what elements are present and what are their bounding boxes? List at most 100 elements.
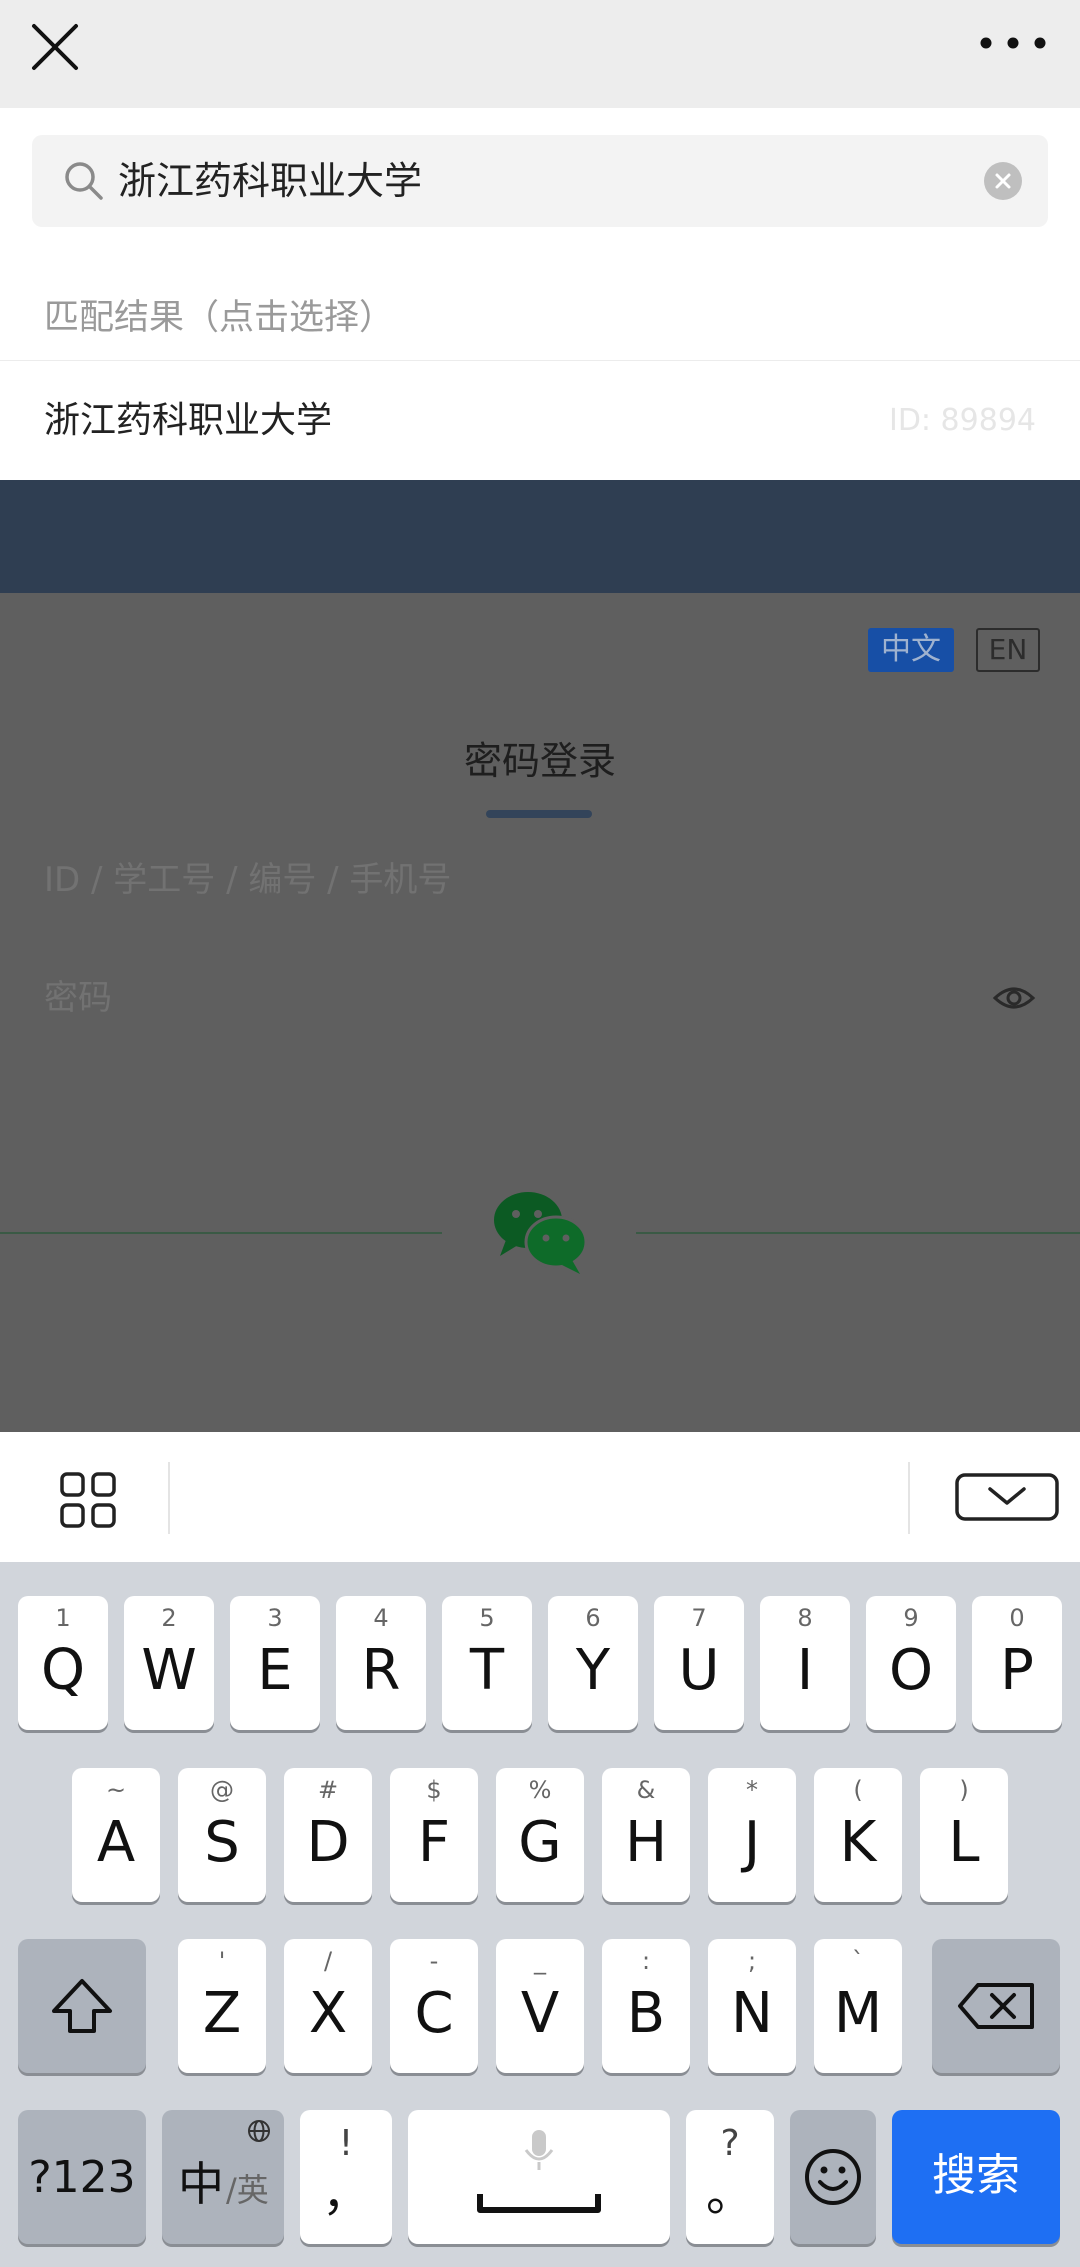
clear-icon[interactable] — [984, 162, 1022, 200]
more-horizontal-icon[interactable] — [968, 22, 1058, 72]
close-icon[interactable] — [22, 14, 88, 80]
comma-hint: ! — [338, 2123, 354, 2164]
key-hint: / — [323, 1947, 333, 1975]
password-field[interactable]: 密码 — [44, 968, 112, 1028]
key-label: X — [308, 1981, 348, 2046]
key-f[interactable]: $ F — [390, 1768, 478, 1902]
key-m[interactable]: ` M — [814, 1939, 902, 2073]
result-item[interactable]: 浙江药科职业大学 ID: 89894 — [0, 361, 1080, 480]
shift-key[interactable] — [18, 1939, 146, 2073]
key-hint: # — [317, 1776, 339, 1804]
key-hint: 9 — [903, 1604, 919, 1632]
key-h[interactable]: & H — [602, 1768, 690, 1902]
search-key[interactable]: 搜索 — [892, 2110, 1060, 2244]
divider-left — [0, 1232, 442, 1234]
results-label: 匹配结果（点击选择） — [44, 298, 395, 338]
divider-right — [636, 1232, 1080, 1234]
id-field[interactable]: ID / 学工号 / 编号 / 手机号 — [44, 850, 451, 910]
key-hint: & — [636, 1776, 656, 1804]
key-c[interactable]: -C — [390, 1939, 478, 2073]
key-hint: ` — [852, 1947, 864, 1975]
key-u[interactable]: 7U — [654, 1596, 744, 1730]
key-label: H — [624, 1810, 668, 1875]
key-v[interactable]: _ V — [496, 1939, 584, 2073]
eye-icon[interactable] — [992, 978, 1036, 1018]
period-key[interactable]: ? 。 — [686, 2110, 774, 2244]
key-hint: 5 — [479, 1604, 495, 1632]
key-s[interactable]: @ S — [178, 1768, 266, 1902]
page-header — [0, 480, 1080, 593]
search-box[interactable]: 浙江药科职业大学 — [32, 135, 1048, 227]
lang-zh-button[interactable]: 中文 — [868, 628, 954, 672]
key-d[interactable]: # D — [284, 1768, 372, 1902]
key-hint: 2 — [161, 1604, 177, 1632]
period-label: 。 — [705, 2166, 754, 2222]
key-hint: 1 — [55, 1604, 71, 1632]
key-k[interactable]: (K — [814, 1768, 902, 1902]
result-id: ID: 89894 — [888, 403, 1036, 438]
key-label: Z — [202, 1981, 242, 2046]
lang-en-button[interactable]: EN — [976, 628, 1040, 672]
emoji-icon — [790, 2110, 876, 2244]
wechat-icon[interactable] — [488, 1186, 592, 1276]
key-p[interactable]: 0P — [972, 1596, 1062, 1730]
backspace-key[interactable] — [932, 1939, 1060, 2073]
key-w[interactable]: 2W — [124, 1596, 214, 1730]
key-g[interactable]: % G — [496, 1768, 584, 1902]
key-label: L — [948, 1810, 980, 1875]
key-label: O — [888, 1638, 934, 1703]
key-label: B — [626, 1981, 666, 2046]
key-e[interactable]: 3E — [230, 1596, 320, 1730]
key-label: N — [731, 1981, 773, 2046]
key-y[interactable]: 6Y — [548, 1596, 638, 1730]
key-b[interactable]: :B — [602, 1939, 690, 2073]
emoji-key[interactable] — [790, 2110, 876, 2244]
key-hint: ) — [959, 1776, 969, 1804]
key-l[interactable]: ) L — [920, 1768, 1008, 1902]
key-label: J — [743, 1810, 761, 1875]
backspace-icon — [932, 1939, 1060, 2073]
numbers-key[interactable]: ?123 — [18, 2110, 146, 2244]
comma-label: ， — [321, 2166, 370, 2222]
key-x[interactable]: / X — [284, 1939, 372, 2073]
key-hint: 6 — [585, 1604, 601, 1632]
space-key[interactable] — [408, 2110, 670, 2244]
search-input[interactable]: 浙江药科职业大学 — [118, 135, 998, 227]
hide-keyboard-icon[interactable] — [954, 1472, 1060, 1522]
key-label: F — [417, 1810, 451, 1875]
key-label: C — [414, 1981, 454, 2046]
comma-key[interactable]: ! ， — [300, 2110, 392, 2244]
key-hint: @ — [210, 1776, 234, 1804]
key-label: A — [96, 1810, 136, 1875]
language-switch-key[interactable]: 中 /英 — [162, 2110, 284, 2244]
lang-main-label: 中 — [178, 2157, 224, 2211]
key-label: G — [518, 1810, 562, 1875]
key-t[interactable]: 5T — [442, 1596, 532, 1730]
search-panel: 浙江药科职业大学 匹配结果（点击选择） 浙江药科职业大学 ID: 89894 — [0, 108, 1080, 480]
key-label: U — [678, 1638, 720, 1703]
grid-icon[interactable] — [58, 1470, 118, 1530]
key-hint: 7 — [691, 1604, 707, 1632]
login-title[interactable]: 密码登录 — [0, 730, 1080, 785]
key-r[interactable]: 4R — [336, 1596, 426, 1730]
key-i[interactable]: 8I — [760, 1596, 850, 1730]
key-a[interactable]: ~ A — [72, 1768, 160, 1902]
key-hint: _ — [534, 1947, 546, 1975]
key-label: I — [796, 1638, 814, 1703]
key-label: Q — [40, 1638, 86, 1703]
key-z[interactable]: ' Z — [178, 1939, 266, 2073]
key-label: V — [520, 1981, 560, 2046]
key-q[interactable]: 1Q — [18, 1596, 108, 1730]
search-icon — [62, 159, 106, 203]
key-o[interactable]: 9O — [866, 1596, 956, 1730]
key-hint: : — [641, 1947, 651, 1975]
key-label: W — [141, 1638, 197, 1703]
key-hint: 0 — [1009, 1604, 1025, 1632]
key-n[interactable]: ; N — [708, 1939, 796, 2073]
key-label: E — [257, 1638, 293, 1703]
key-j[interactable]: * J — [708, 1768, 796, 1902]
key-hint: ; — [747, 1947, 757, 1975]
shift-icon — [18, 1939, 146, 2073]
key-hint: ' — [218, 1947, 226, 1975]
tab-underline — [486, 810, 592, 818]
